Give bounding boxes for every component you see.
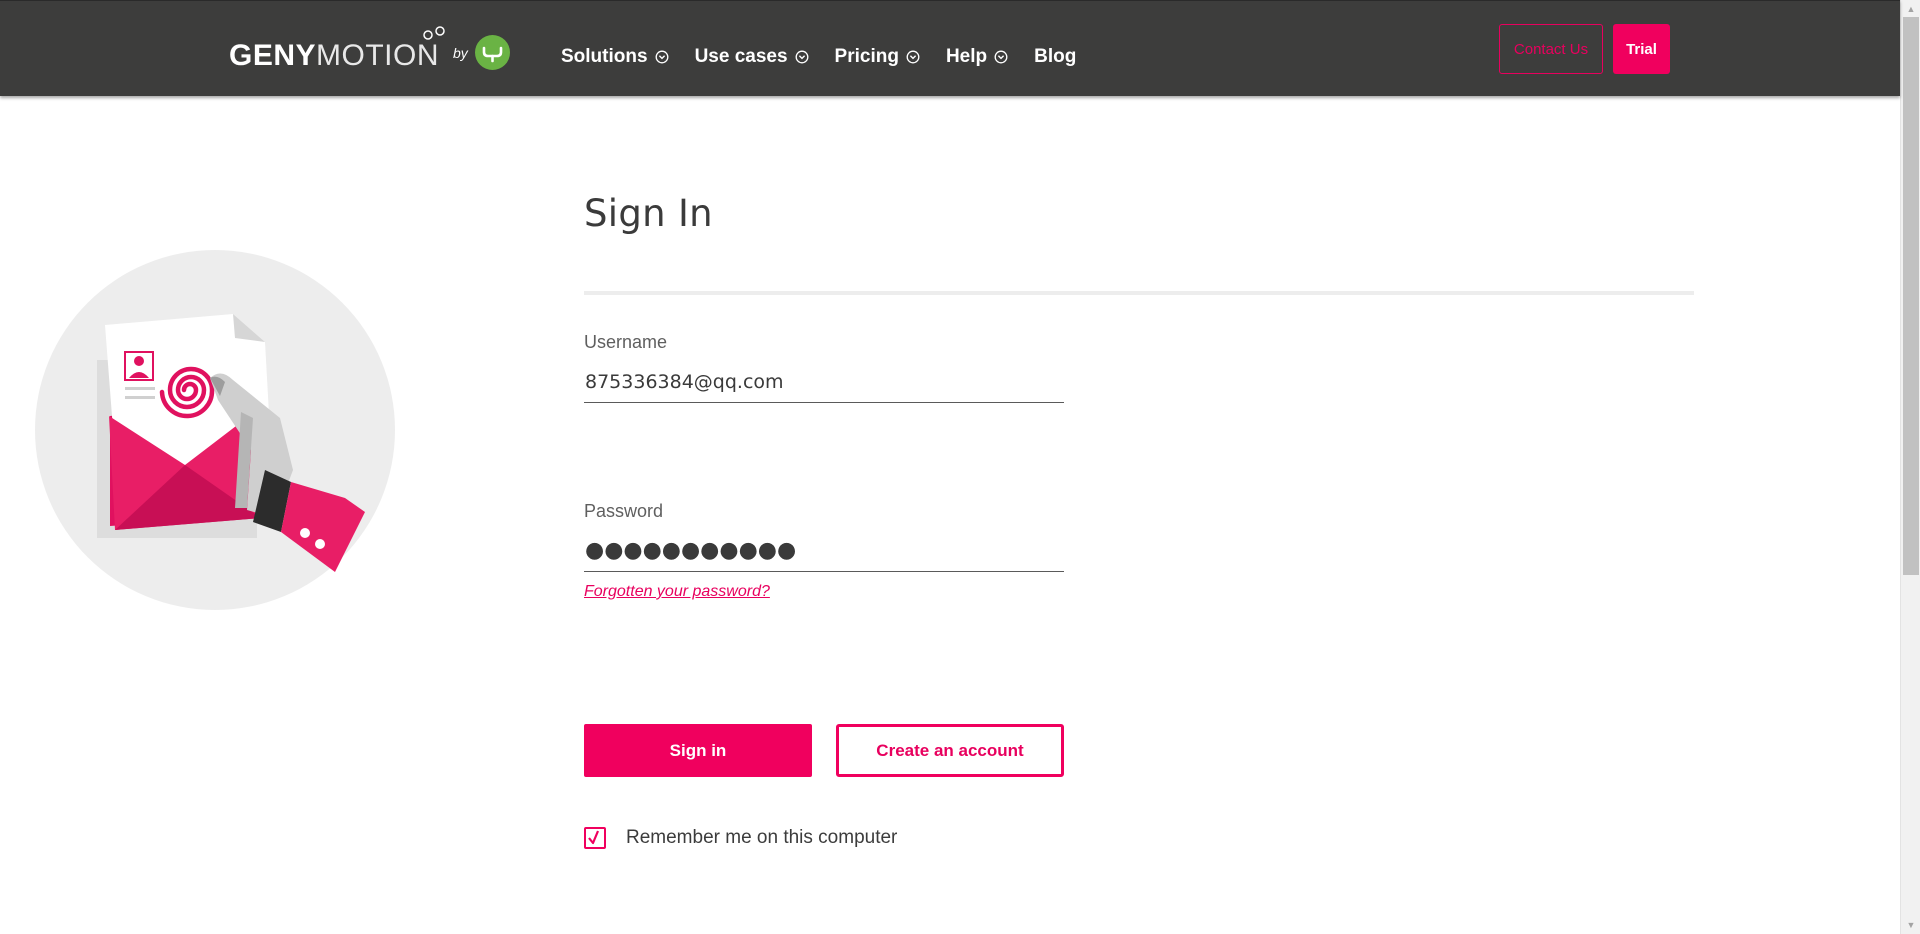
genymotion-logo[interactable]: GENYMOTION by (229, 25, 519, 75)
chevron-down-icon (994, 50, 1008, 64)
sign-in-button[interactable]: Sign in (584, 724, 812, 777)
logo-word-bold: GENY (229, 39, 317, 72)
nav-help-label: Help (945, 46, 988, 67)
nav-pricing[interactable]: Pricing (835, 30, 920, 68)
title-divider (584, 291, 1694, 295)
logo-by-text: by (453, 45, 468, 61)
nav-blog[interactable]: Blog (1034, 30, 1076, 68)
chevron-down-icon (655, 50, 669, 64)
logo-wordmark: GENYMOTION (229, 39, 439, 73)
trial-button[interactable]: Trial (1613, 24, 1670, 74)
checkmark-icon (588, 830, 600, 845)
scrollbar-thumb[interactable] (1903, 17, 1919, 575)
chevron-down-icon (906, 50, 920, 64)
nav-solutions[interactable]: Solutions (561, 30, 669, 68)
scroll-up-arrow-icon[interactable]: ▲ (1901, 0, 1920, 18)
remember-me-row: Remember me on this computer (584, 827, 897, 849)
forgot-password-link[interactable]: Forgotten your password? (584, 583, 770, 601)
create-account-button[interactable]: Create an account (836, 724, 1064, 777)
remember-me-checkbox[interactable] (584, 827, 606, 849)
logo-word-thin: MOTION (316, 39, 440, 72)
password-input[interactable] (584, 530, 1064, 572)
nav-use-cases[interactable]: Use cases (695, 30, 809, 68)
logo-circles-icon (423, 26, 445, 40)
genymobile-badge-icon (475, 35, 510, 70)
envelope-fingerprint-illustration (35, 250, 395, 610)
nav-solutions-label: Solutions (561, 46, 648, 67)
username-label: Username (584, 332, 668, 352)
page-title: Sign In (584, 192, 713, 235)
password-label: Password (584, 501, 664, 521)
contact-us-button[interactable]: Contact Us (1499, 24, 1603, 74)
username-input[interactable] (584, 361, 1064, 403)
top-navigation-bar: GENYMOTION by Solutions Use cases Pricin… (0, 0, 1900, 96)
nav-blog-label: Blog (1034, 46, 1077, 67)
nav-help[interactable]: Help (946, 30, 1008, 68)
main-nav: Solutions Use cases Pricing Help Blog (561, 1, 1102, 97)
vertical-scrollbar[interactable]: ▲ ▼ (1900, 0, 1920, 934)
remember-me-label[interactable]: Remember me on this computer (626, 827, 897, 849)
nav-pricing-label: Pricing (834, 46, 899, 67)
scroll-down-arrow-icon[interactable]: ▼ (1901, 916, 1920, 934)
nav-use-cases-label: Use cases (694, 46, 788, 67)
chevron-down-icon (795, 50, 809, 64)
